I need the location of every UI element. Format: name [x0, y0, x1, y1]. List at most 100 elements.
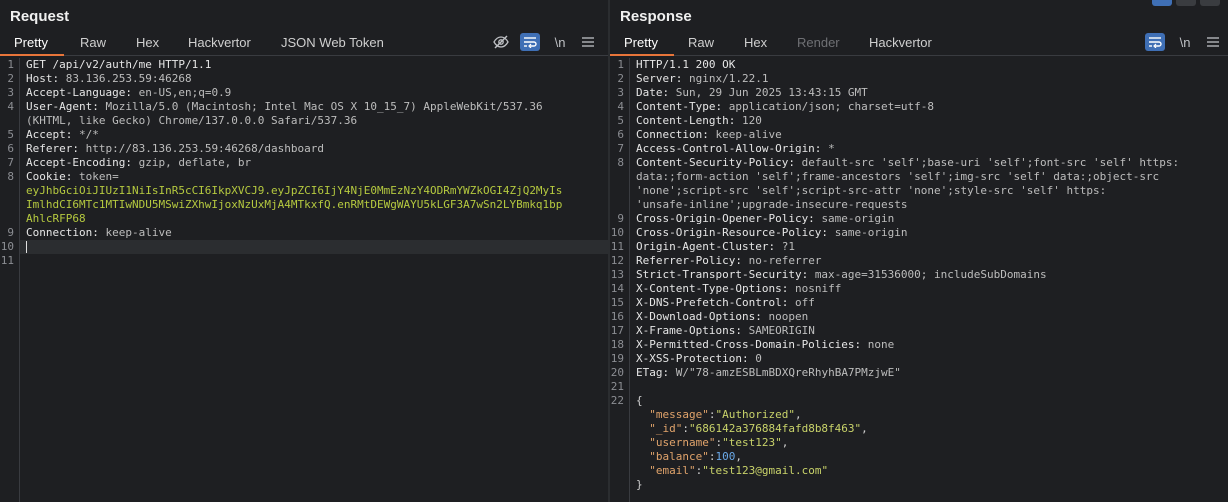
layout-stacked-button[interactable]: [1176, 0, 1196, 6]
code-line[interactable]: 'unsafe-inline';upgrade-insecure-request…: [630, 198, 1228, 212]
code-line[interactable]: (KHTML, like Gecko) Chrome/137.0.0.0 Saf…: [20, 114, 608, 128]
code-line[interactable]: 4 Content-Type: application/json; charset…: [617, 100, 1228, 114]
request-line-gutter: [0, 58, 20, 502]
line-text: HTTP/1.1 200 OK: [630, 58, 1228, 72]
text-caret: [26, 241, 27, 253]
code-token: ?1: [781, 240, 795, 253]
code-line[interactable]: 9 Cross-Origin-Opener-Policy: same-origin: [617, 212, 1228, 226]
line-text: X-Frame-Options: SAMEORIGIN: [630, 324, 1228, 338]
request-editor[interactable]: 1 GET /api/v2/auth/me HTTP/1.1 2 Host: 83.1…: [0, 58, 608, 502]
line-number: 5: [7, 128, 14, 141]
code-line[interactable]: eyJhbGciOiJIUzI1NiIsInR5cCI6IkpXVCJ9.eyJ…: [20, 184, 608, 198]
code-line[interactable]: 8 Content-Security-Policy: default-src 's…: [617, 156, 1228, 170]
line-number: 6: [617, 128, 624, 141]
line-number: 4: [617, 100, 624, 113]
code-token: Host:: [26, 72, 66, 85]
line-text: Accept: */*: [20, 128, 608, 142]
eye-slash-icon[interactable]: [491, 33, 511, 51]
request-tab-pretty[interactable]: Pretty: [14, 35, 48, 50]
code-line[interactable]: 6 Connection: keep-alive: [617, 128, 1228, 142]
code-line[interactable]: 9 Connection: keep-alive: [7, 226, 608, 240]
code-line[interactable]: 5 Accept: */*: [7, 128, 608, 142]
code-line[interactable]: 3 Date: Sun, 29 Jun 2025 13:43:15 GMT: [617, 86, 1228, 100]
line-number: 11: [610, 240, 624, 253]
code-line[interactable]: 18 X-Permitted-Cross-Domain-Policies: non…: [611, 338, 1228, 352]
hamburger-menu-icon[interactable]: [1203, 33, 1223, 51]
line-number: 20: [610, 366, 624, 379]
code-line[interactable]: "balance":100,: [630, 450, 1228, 464]
request-tab-hex[interactable]: Hex: [136, 35, 159, 50]
code-line[interactable]: ImlhdCI6MTc1MTIwNDU5MSwiZXhwIjoxNzUxMjA4…: [20, 198, 608, 212]
response-tab-hackvertor[interactable]: Hackvertor: [869, 35, 932, 50]
code-line[interactable]: 20 ETag: W/"78-amzESBLmBDXQreRhyhBA7PMzjw…: [611, 366, 1228, 380]
code-token: 100: [715, 450, 736, 463]
code-token: Accept:: [26, 128, 79, 141]
code-line[interactable]: 4 User-Agent: Mozilla/5.0 (Macintosh; Int…: [7, 100, 608, 114]
code-line[interactable]: 11 Origin-Agent-Cluster: ?1: [611, 240, 1228, 254]
code-line[interactable]: 2 Host: 83.136.253.59:46268: [7, 72, 608, 86]
code-line[interactable]: "username":"test123",: [630, 436, 1228, 450]
code-line[interactable]: 1 HTTP/1.1 200 OK: [617, 58, 1228, 72]
response-title: Response: [620, 8, 692, 25]
line-text: data:;form-action 'self';frame-ancestors…: [630, 170, 1228, 184]
code-line[interactable]: 16 X-Download-Options: noopen: [611, 310, 1228, 324]
code-token: "message": [636, 408, 709, 421]
code-line[interactable]: 7 Access-Control-Allow-Origin: *: [617, 142, 1228, 156]
code-line[interactable]: 8 Cookie: token=: [7, 170, 608, 184]
request-code-area[interactable]: 1 GET /api/v2/auth/me HTTP/1.1 2 Host: 83.1…: [1, 58, 608, 502]
code-line[interactable]: 15 X-DNS-Prefetch-Control: off: [611, 296, 1228, 310]
code-line[interactable]: 11: [1, 254, 608, 268]
line-text: Referrer-Policy: no-referrer: [630, 254, 1228, 268]
code-line[interactable]: 21: [611, 380, 1228, 394]
code-line[interactable]: 14 X-Content-Type-Options: nosniff: [611, 282, 1228, 296]
line-text: Connection: keep-alive: [20, 226, 608, 240]
response-editor[interactable]: 1 HTTP/1.1 200 OK 2 Server: nginx/1.22.1 3 Da…: [610, 58, 1228, 502]
code-line[interactable]: 3 Accept-Language: en-US,en;q=0.9: [7, 86, 608, 100]
code-line[interactable]: "message":"Authorized",: [630, 408, 1228, 422]
code-line[interactable]: AhlcRFP68: [20, 212, 608, 226]
code-line[interactable]: 1 GET /api/v2/auth/me HTTP/1.1: [7, 58, 608, 72]
layout-side-by-side-button[interactable]: [1152, 0, 1172, 6]
code-line[interactable]: 13 Strict-Transport-Security: max-age=315…: [611, 268, 1228, 282]
line-text: "email":"test123@gmail.com": [630, 464, 1228, 478]
request-tab-raw[interactable]: Raw: [80, 35, 106, 50]
request-tab-json-web-token[interactable]: JSON Web Token: [281, 35, 384, 50]
response-active-tab-indicator: [610, 54, 674, 56]
code-line[interactable]: 19 X-XSS-Protection: 0: [611, 352, 1228, 366]
code-line[interactable]: 6 Referer: http://83.136.253.59:46268/das…: [7, 142, 608, 156]
response-tab-pretty[interactable]: Pretty: [624, 35, 658, 50]
code-line[interactable]: 10 Cross-Origin-Resource-Policy: same-ori…: [611, 226, 1228, 240]
request-tab-hackvertor[interactable]: Hackvertor: [188, 35, 251, 50]
response-tab-raw[interactable]: Raw: [688, 35, 714, 50]
code-line[interactable]: 5 Content-Length: 120: [617, 114, 1228, 128]
code-line[interactable]: data:;form-action 'self';frame-ancestors…: [630, 170, 1228, 184]
response-tab-hex[interactable]: Hex: [744, 35, 767, 50]
code-line[interactable]: 2 Server: nginx/1.22.1: [617, 72, 1228, 86]
code-line[interactable]: 12 Referrer-Policy: no-referrer: [611, 254, 1228, 268]
code-token: en-US,en;q=0.9: [138, 86, 232, 99]
code-token: default-src 'self';base-uri 'self';font-…: [801, 156, 1180, 169]
line-number: 18: [610, 338, 624, 351]
line-text: X-Content-Type-Options: nosniff: [630, 282, 1228, 296]
code-line[interactable]: }: [630, 478, 1228, 492]
response-code-area[interactable]: 1 HTTP/1.1 200 OK 2 Server: nginx/1.22.1 3 Da…: [611, 58, 1228, 502]
code-line[interactable]: 7 Accept-Encoding: gzip, deflate, br: [7, 156, 608, 170]
word-wrap-icon[interactable]: [520, 33, 540, 51]
layout-tabbed-button[interactable]: [1200, 0, 1220, 6]
code-line[interactable]: 17 X-Frame-Options: SAMEORIGIN: [611, 324, 1228, 338]
code-line[interactable]: "_id":"686142a376884fafd8b8f463",: [630, 422, 1228, 436]
code-line[interactable]: 10: [1, 240, 608, 254]
hamburger-menu-icon[interactable]: [578, 33, 598, 51]
line-number: 1: [617, 58, 624, 71]
newline-toggle[interactable]: \n: [1175, 33, 1195, 51]
newline-toggle[interactable]: \n: [550, 33, 570, 51]
code-line[interactable]: 'none';script-src 'self';script-src-attr…: [630, 184, 1228, 198]
word-wrap-icon[interactable]: [1145, 33, 1165, 51]
code-token: ETag:: [636, 366, 676, 379]
code-line[interactable]: 22 {: [611, 394, 1228, 408]
code-token: 'unsafe-inline';upgrade-insecure-request…: [636, 198, 908, 211]
line-text: X-DNS-Prefetch-Control: off: [630, 296, 1228, 310]
code-token: noopen: [768, 310, 809, 323]
code-line[interactable]: "email":"test123@gmail.com": [630, 464, 1228, 478]
code-token: "test123": [722, 436, 782, 449]
